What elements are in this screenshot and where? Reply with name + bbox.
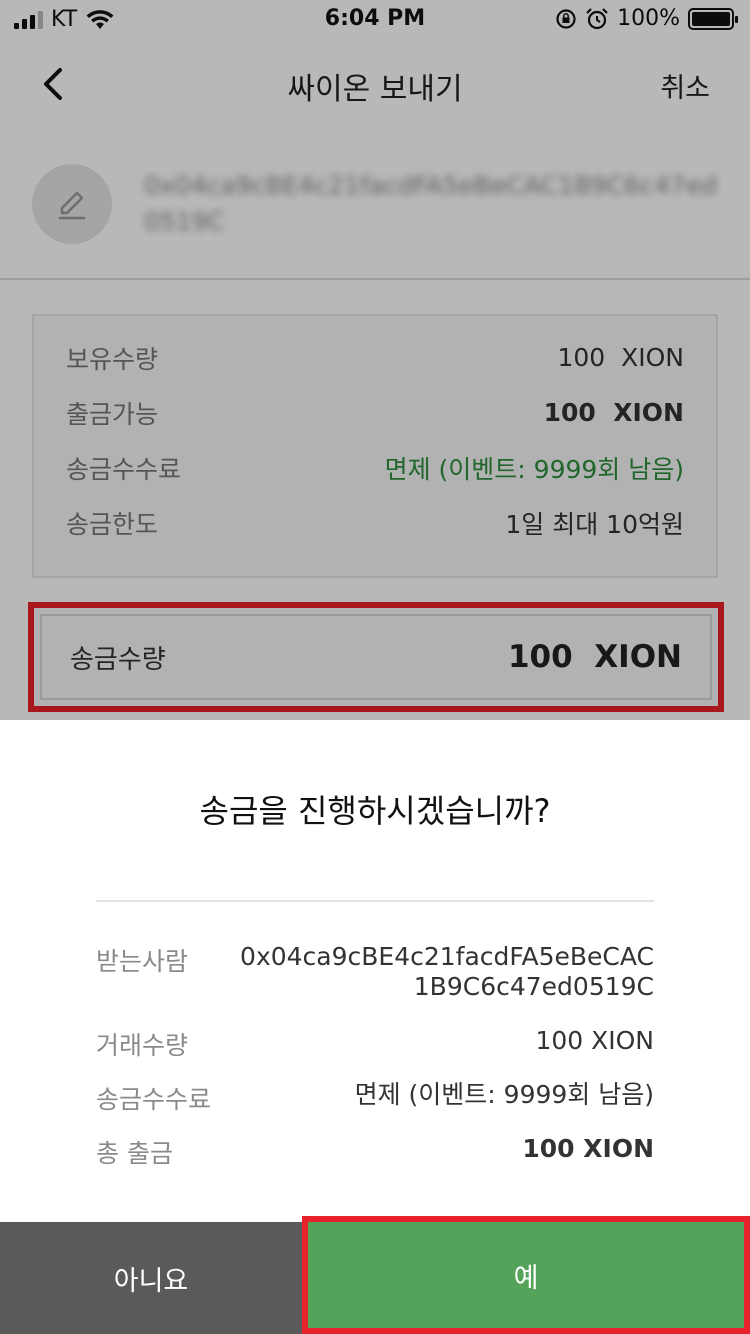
detail-row-total: 총 출금 100 XION bbox=[96, 1134, 654, 1170]
send-screen: KT 6:04 PM 100% 싸이온 보내기 취소 0x04ca9cBE4c2… bbox=[0, 0, 750, 720]
dialog-divider bbox=[96, 900, 654, 902]
recipient-address-line1: 0x04ca9cBE4c21facdFA5eBeCAC bbox=[240, 942, 654, 971]
detail-row-fee: 송금수수료 면제 (이벤트: 9999회 남음) bbox=[96, 1080, 654, 1116]
detail-label: 거래수량 bbox=[96, 1031, 189, 1060]
yes-button[interactable]: 예 bbox=[302, 1216, 750, 1334]
detail-label: 송금수수료 bbox=[96, 1085, 212, 1114]
dialog-title: 송금을 진행하시겠습니까? bbox=[199, 792, 551, 830]
detail-row-recipient: 받는사람 0x04ca9cBE4c21facdFA5eBeCAC 1B9C6c4… bbox=[96, 942, 654, 1002]
recipient-address-line2: 1B9C6c47ed0519C bbox=[413, 972, 654, 1001]
no-button[interactable]: 아니요 bbox=[0, 1222, 302, 1334]
detail-value: 면제 (이벤트: 9999회 남음) bbox=[354, 1080, 654, 1109]
detail-value: 100 XION bbox=[522, 1134, 654, 1163]
detail-value: 0x04ca9cBE4c21facdFA5eBeCAC 1B9C6c47ed05… bbox=[240, 942, 654, 1002]
detail-label: 받는사람 bbox=[96, 947, 189, 976]
modal-overlay[interactable] bbox=[0, 0, 750, 720]
yes-button-label: 예 bbox=[308, 1222, 744, 1328]
detail-row-amount: 거래수량 100 XION bbox=[96, 1026, 654, 1062]
detail-label: 총 출금 bbox=[96, 1139, 173, 1168]
detail-value: 100 XION bbox=[535, 1026, 654, 1055]
confirm-dialog: 송금을 진행하시겠습니까? 받는사람 0x04ca9cBE4c21facdFA5… bbox=[0, 720, 750, 1334]
